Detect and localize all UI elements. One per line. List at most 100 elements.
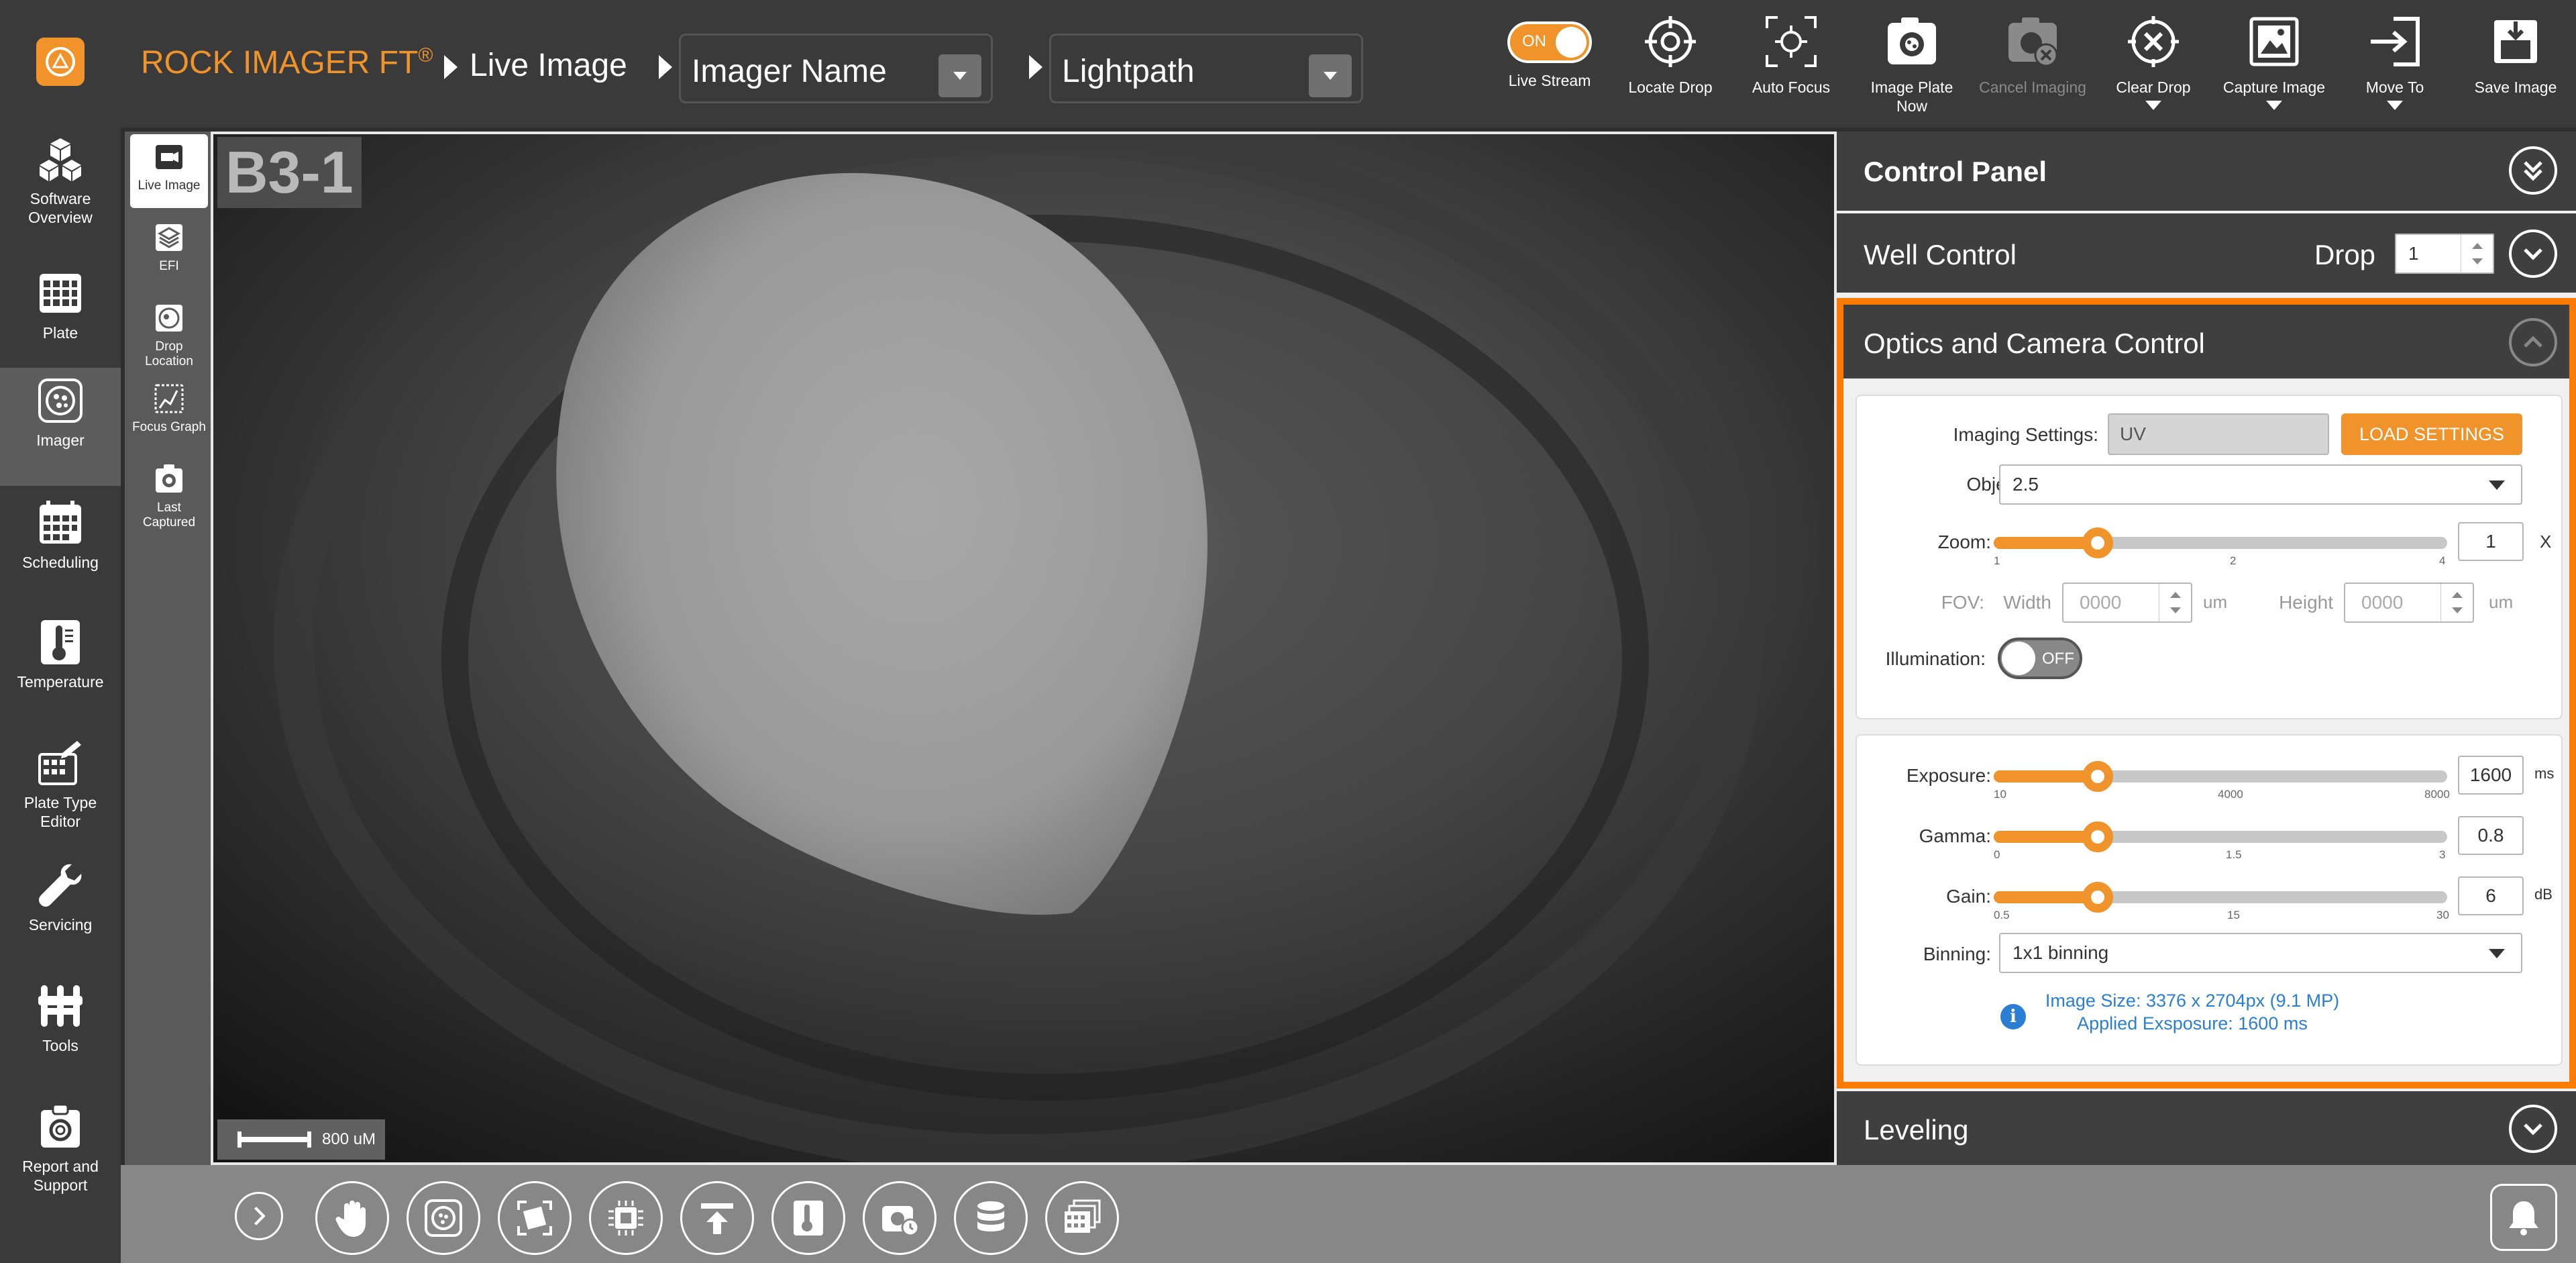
rotate-crop-button[interactable] (498, 1181, 572, 1255)
toggle-switch[interactable]: ON (1507, 21, 1592, 63)
load-settings-label: LOAD SETTINGS (2359, 423, 2505, 444)
stepper-arrows-icon[interactable] (2440, 584, 2473, 621)
drop-stepper[interactable]: 1 (2395, 234, 2494, 274)
slider-thumb[interactable] (2082, 527, 2114, 558)
optics-camera-control-section: Optics and Camera Control Imaging Settin… (1837, 298, 2576, 1089)
leveling-header[interactable]: Leveling (1837, 1091, 2576, 1165)
camera-settings-card: Exposure: 10 4000 8000 1600 ms Gamma: 0 … (1856, 734, 2563, 1066)
zoom-value-field[interactable]: 1 (2458, 522, 2524, 561)
subnav-efi[interactable]: EFI (130, 215, 208, 282)
bottom-toolbar (121, 1165, 2576, 1263)
stepper-arrows-icon[interactable] (2159, 584, 2191, 621)
save-image-button[interactable]: Save Image (2455, 0, 2576, 128)
toggle-state: ON (1522, 32, 1546, 50)
live-image-viewer[interactable]: B3-1 800 uM (211, 132, 1837, 1165)
chip-button[interactable] (589, 1181, 663, 1255)
subnav-focus-graph[interactable]: Focus Graph (130, 376, 208, 450)
clear-drop-icon (2128, 16, 2179, 67)
dropdown-caret-icon[interactable] (2387, 101, 2403, 110)
nav-label: Plate Type Editor (23, 794, 97, 830)
plate-icon (425, 1199, 462, 1237)
gamma-tick-min: 0 (1994, 848, 2000, 861)
live-stream-toggle[interactable]: ON Live Stream (1489, 0, 1610, 128)
calendar-icon (40, 501, 81, 544)
optics-header[interactable]: Optics and Camera Control (1843, 305, 2569, 378)
objective-select[interactable]: 2.5 (1999, 464, 2522, 505)
subnav-drop-location[interactable]: Drop Location (130, 295, 208, 369)
locate-drop-button[interactable]: Locate Drop (1610, 0, 1731, 128)
upload-button[interactable] (680, 1181, 754, 1255)
capture-image-button[interactable]: Capture Image (2214, 0, 2334, 128)
move-to-button[interactable]: Move To (2334, 0, 2455, 128)
clear-drop-button[interactable]: Clear Drop (2093, 0, 2214, 128)
binning-label: Binning: (1923, 944, 1991, 964)
expand-button[interactable] (235, 1192, 283, 1240)
support-icon (41, 1103, 80, 1148)
focus-graph-icon (154, 384, 184, 413)
subnav-last-captured[interactable]: Last Captured (130, 456, 208, 537)
nav-software-overview[interactable]: Software Overview (0, 134, 121, 242)
nav-plate[interactable]: Plate (0, 268, 121, 349)
temperature-report-button[interactable] (771, 1181, 845, 1255)
chevron-down-icon[interactable] (2509, 230, 2557, 278)
slider-thumb[interactable] (2082, 882, 2114, 913)
dropdown-caret-icon[interactable] (938, 54, 981, 97)
toolbar-label: Locate Drop (1628, 79, 1713, 96)
app-logo[interactable] (36, 38, 85, 86)
exposure-tick-min: 10 (1994, 788, 2006, 801)
imaging-settings-field[interactable]: UV (2108, 413, 2329, 455)
nav-scheduling[interactable]: Scheduling (0, 498, 121, 585)
auto-focus-button[interactable]: Auto Focus (1731, 0, 1851, 128)
slider-thumb[interactable] (2082, 761, 2114, 792)
nav-report-support[interactable]: Report and Support (0, 1102, 121, 1203)
nav-plate-type-editor[interactable]: Plate Type Editor (0, 738, 121, 839)
nav-label: Servicing (28, 916, 93, 933)
breadcrumb-page: Live Image (470, 48, 627, 83)
dropdown-caret-icon[interactable] (2145, 101, 2161, 110)
chevron-up-icon[interactable] (2509, 318, 2557, 366)
chevron-down-icon[interactable] (2509, 1105, 2557, 1153)
hand-tool-button[interactable] (315, 1181, 389, 1255)
timed-camera-button[interactable] (863, 1181, 936, 1255)
double-chevron-down-icon[interactable] (2509, 146, 2557, 195)
load-settings-button[interactable]: LOAD SETTINGS (2341, 413, 2522, 455)
control-panel-header[interactable]: Control Panel (1837, 132, 2576, 211)
zoom-slider[interactable] (1994, 527, 2447, 558)
plate-button[interactable] (407, 1181, 480, 1255)
cancel-imaging-button[interactable]: Cancel Imaging (1972, 0, 2093, 128)
gamma-label: Gamma: (1919, 825, 1991, 846)
image-plate-now-button[interactable]: Image Plate Now (1851, 0, 1972, 128)
exposure-value-field[interactable]: 1600 (2458, 756, 2524, 795)
nav-servicing[interactable]: Servicing (0, 860, 121, 948)
stepper-arrows-icon[interactable] (2461, 235, 2493, 272)
dropdown-caret-icon[interactable] (2266, 101, 2282, 110)
optics-title: Optics and Camera Control (1864, 327, 2205, 359)
cubes-icon (40, 138, 81, 181)
gain-value-field[interactable]: 6 (2458, 876, 2524, 915)
illumination-toggle[interactable]: OFF (1998, 638, 2082, 679)
gamma-value-field[interactable]: 0.8 (2458, 816, 2524, 855)
dropdown-caret-icon[interactable] (1309, 54, 1352, 97)
database-button[interactable] (954, 1181, 1028, 1255)
well-control-header[interactable]: Well Control Drop 1 (1837, 213, 2576, 293)
optics-settings-card: Imaging Settings: UV LOAD SETTINGS Objec… (1856, 395, 2563, 719)
scale-bar-line (237, 1131, 311, 1148)
nav-tools[interactable]: Tools (0, 981, 121, 1068)
slider-thumb[interactable] (2082, 821, 2114, 852)
crosshair-icon (1645, 16, 1696, 67)
imager-name-value: Imager Name (692, 54, 887, 89)
image-stack-button[interactable] (1045, 1181, 1119, 1255)
nav-imager[interactable]: Imager (0, 368, 121, 486)
exposure-slider[interactable] (1994, 761, 2447, 792)
nav-temperature[interactable]: Temperature (0, 617, 121, 705)
subnav-live-image[interactable]: Live Image (130, 134, 208, 208)
gain-slider[interactable] (1994, 882, 2447, 913)
capture-image-icon (2249, 17, 2299, 66)
gamma-slider[interactable] (1994, 821, 2447, 852)
fov-height-field[interactable]: 0000 (2344, 583, 2474, 623)
imager-name-select[interactable]: Imager Name (679, 34, 993, 103)
notification-button[interactable] (2490, 1184, 2557, 1251)
lightpath-select[interactable]: Lightpath (1049, 34, 1363, 103)
fov-width-field[interactable]: 0000 (2062, 583, 2192, 623)
binning-select[interactable]: 1x1 binning (1999, 933, 2522, 973)
